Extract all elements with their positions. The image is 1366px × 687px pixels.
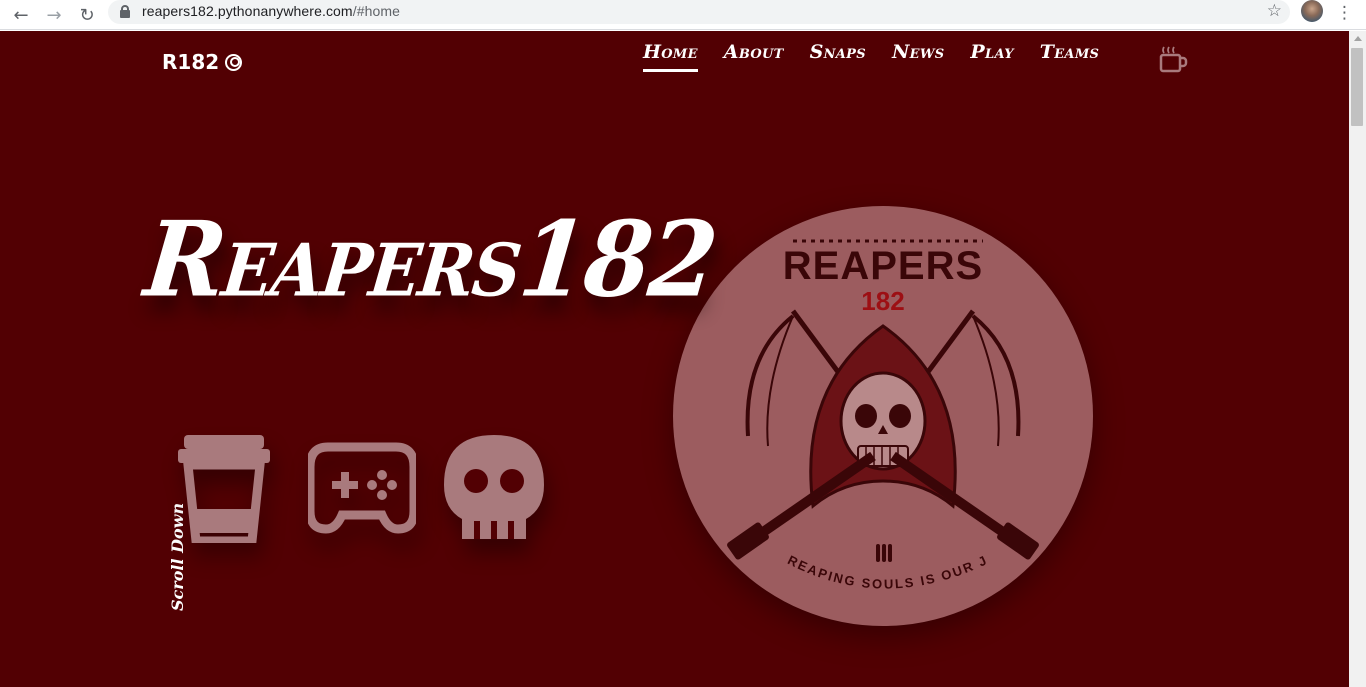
star-icon[interactable]: ☆	[1267, 1, 1282, 21]
nav-snaps[interactable]: Snaps	[810, 41, 866, 72]
brand-logo[interactable]: R182	[162, 50, 243, 74]
url-host: reapers182.pythonanywhere.com	[142, 3, 353, 19]
cup-icon	[178, 435, 270, 543]
logo-number: 182	[861, 286, 905, 316]
page: R182 Home About Snaps News Play Teams RE…	[0, 31, 1349, 687]
nav-home[interactable]: Home	[643, 41, 698, 72]
reload-icon[interactable]: ↻	[75, 3, 99, 27]
url-text[interactable]: reapers182.pythonanywhere.com/#home	[142, 3, 400, 19]
scroll-thumb[interactable]	[1351, 48, 1363, 126]
coffee-cup-icon[interactable]	[1158, 44, 1188, 74]
skull-icon	[444, 435, 544, 539]
forward-icon[interactable]: →	[42, 3, 66, 27]
reapers-logo: REAPING SOULS IS OUR JOB REAPERS 182	[673, 206, 1093, 626]
browser-toolbar: ← → ↻ reapers182.pythonanywhere.com/#hom…	[0, 0, 1366, 30]
url-path: /#home	[352, 3, 400, 19]
kebab-menu-icon[interactable]: ⋮	[1336, 3, 1353, 23]
address-bar[interactable]: reapers182.pythonanywhere.com/#home ☆	[108, 0, 1290, 24]
hero-icon-row	[176, 431, 548, 543]
brand-text: R182	[162, 50, 220, 74]
nav-about[interactable]: About	[724, 41, 784, 72]
nav-news[interactable]: News	[892, 41, 944, 72]
gamepad-icon	[308, 442, 416, 534]
scroll-up-arrow-icon[interactable]	[1354, 36, 1362, 41]
back-icon[interactable]: ←	[9, 3, 33, 27]
profile-avatar[interactable]	[1301, 0, 1323, 22]
hero-title: Reapers182	[139, 198, 722, 321]
nav-play[interactable]: Play	[970, 41, 1013, 72]
logo-name: REAPERS	[782, 244, 984, 288]
page-scrollbar[interactable]	[1349, 31, 1366, 687]
nav-teams[interactable]: Teams	[1040, 41, 1099, 72]
user-circle-icon	[225, 53, 243, 71]
main-nav: Home About Snaps News Play Teams	[643, 41, 1125, 72]
lock-icon	[120, 5, 130, 18]
